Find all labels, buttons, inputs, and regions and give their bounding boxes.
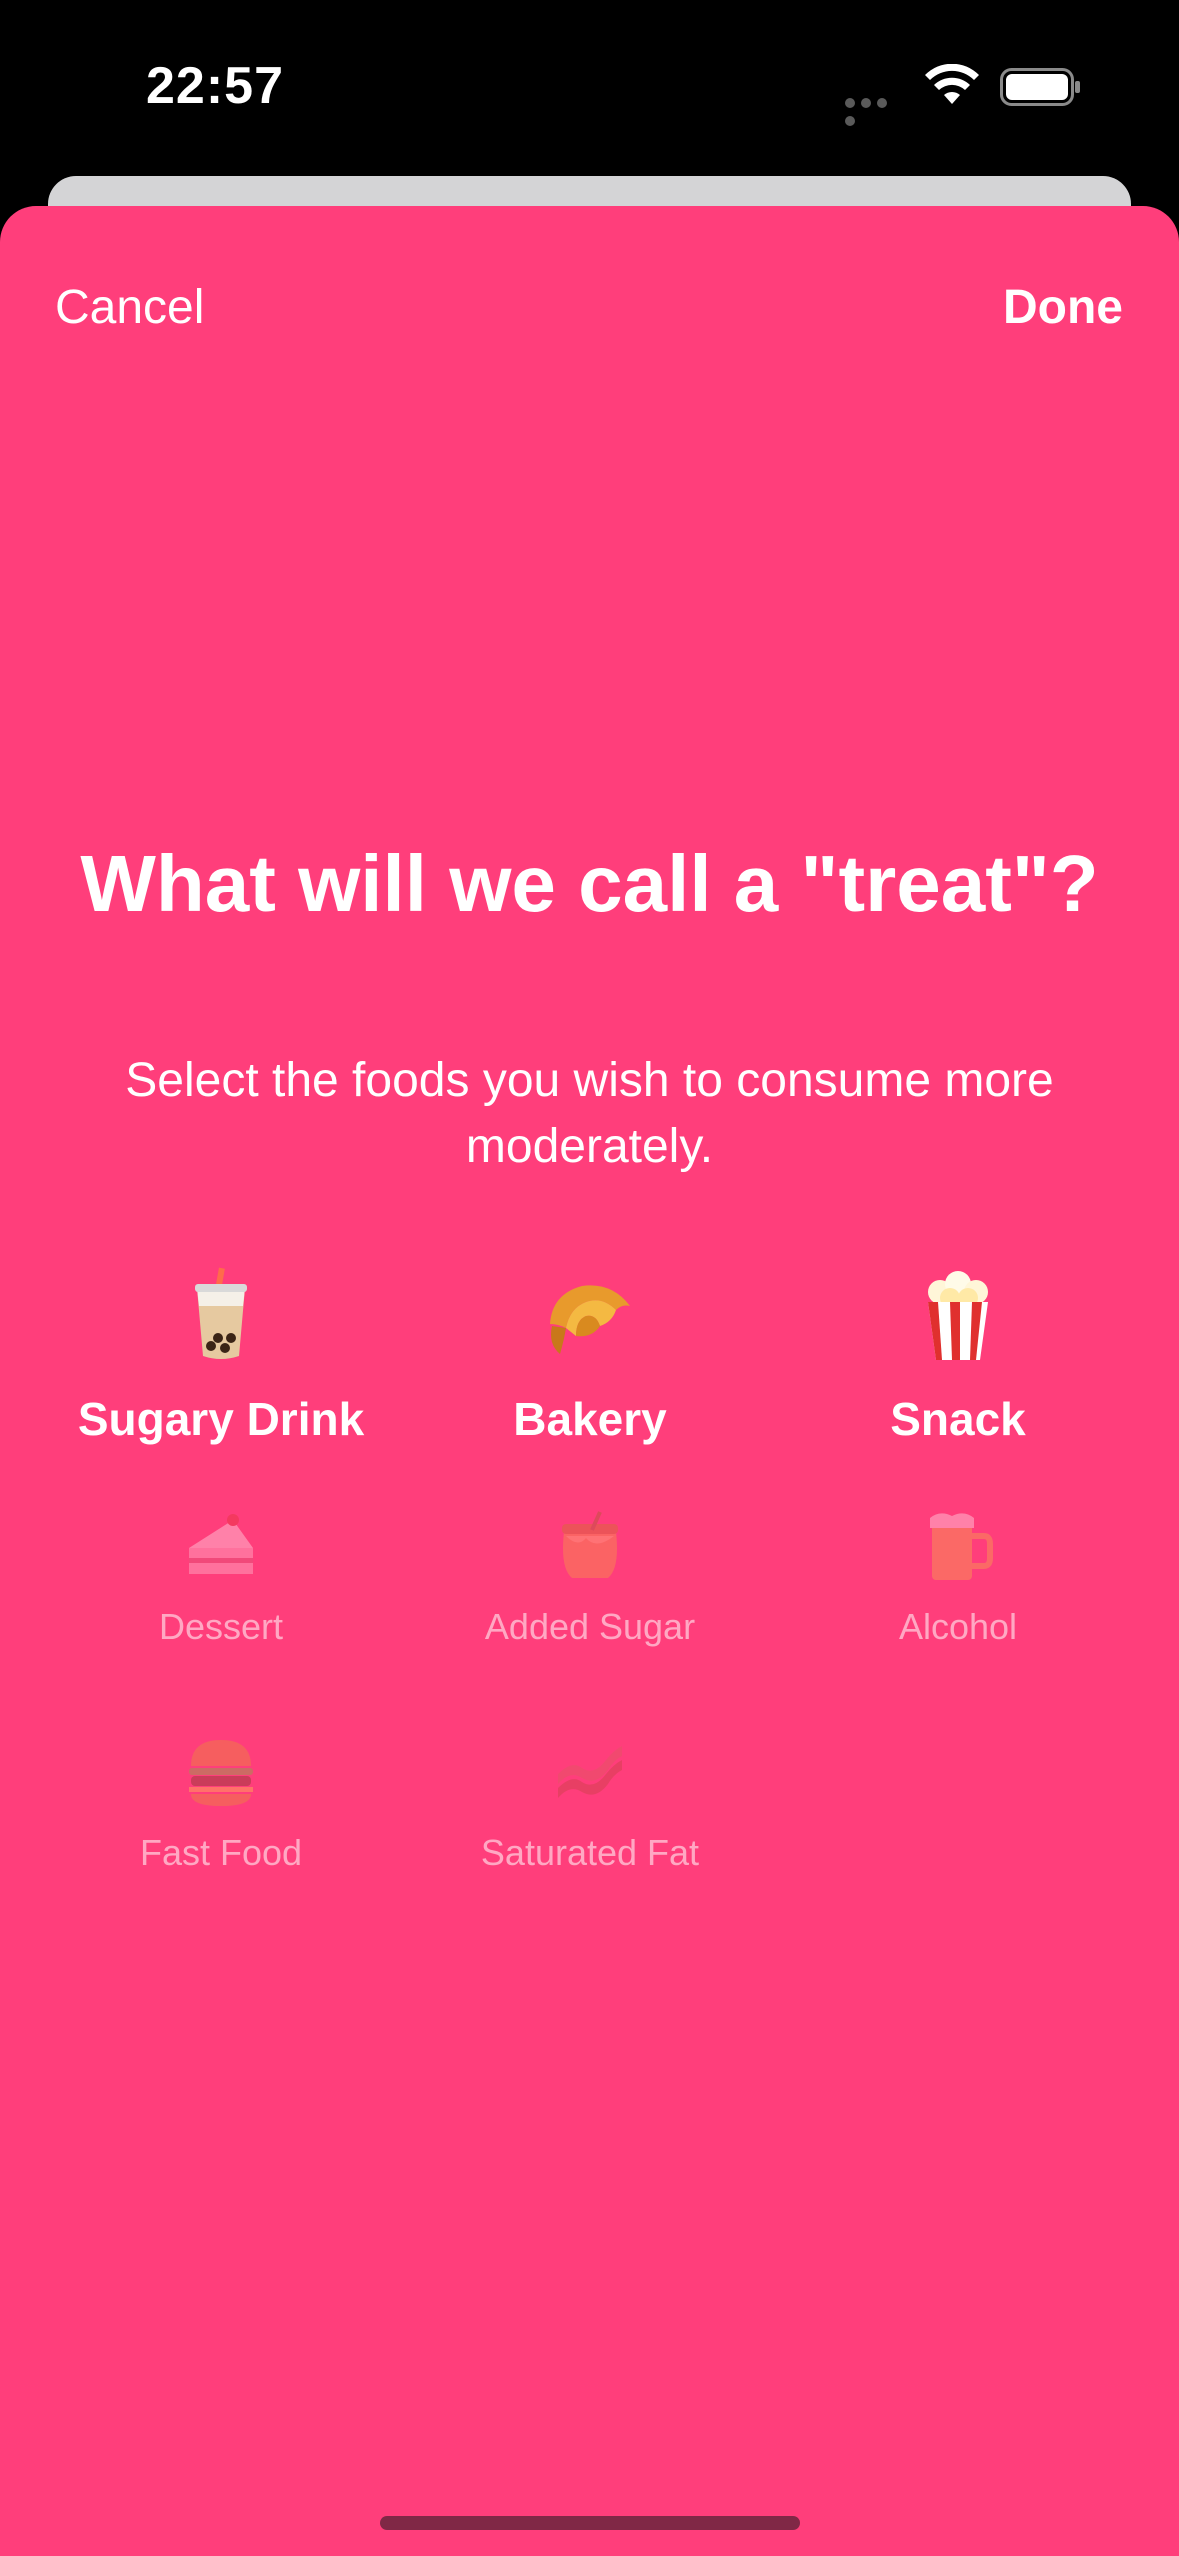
wifi-icon <box>925 64 979 104</box>
cake-slice-icon <box>189 1514 253 1574</box>
food-option-added-sugar[interactable]: Added Sugar <box>400 1508 780 1648</box>
food-label: Fast Food <box>139 1832 303 1873</box>
cellular-signal-icon <box>845 95 905 126</box>
food-label: Bakery <box>513 1393 667 1445</box>
cancel-button[interactable]: Cancel <box>55 280 204 335</box>
battery-icon <box>1000 68 1080 106</box>
food-label: Alcohol <box>898 1606 1018 1647</box>
food-label: Saturated Fat <box>480 1832 700 1873</box>
food-label: Added Sugar <box>484 1606 696 1647</box>
status-bar: 22:57 <box>0 0 1179 180</box>
bacon-icon <box>558 1746 622 1798</box>
food-option-saturated-fat[interactable]: Saturated Fat <box>400 1734 780 1874</box>
food-option-dessert[interactable]: Dessert <box>31 1508 411 1648</box>
page-subtitle: Select the foods you wish to consume mor… <box>125 1054 1054 1173</box>
beer-mug-icon <box>930 1513 993 1580</box>
done-button[interactable]: Done <box>1003 280 1123 335</box>
food-option-snack[interactable]: Snack <box>768 1266 1148 1446</box>
burger-icon <box>189 1740 253 1806</box>
home-indicator <box>380 2516 800 2530</box>
croissant-icon <box>550 1285 630 1354</box>
food-label: Dessert <box>158 1606 284 1647</box>
food-option-sugary-drink[interactable]: Sugary Drink <box>31 1266 411 1446</box>
popcorn-icon <box>928 1271 988 1360</box>
status-time: 22:57 <box>146 57 284 115</box>
food-option-alcohol[interactable]: Alcohol <box>768 1508 1148 1648</box>
food-option-fast-food[interactable]: Fast Food <box>31 1734 411 1874</box>
food-label: Snack <box>890 1393 1026 1445</box>
honey-pot-icon <box>562 1511 618 1578</box>
food-option-bakery[interactable]: Bakery <box>400 1266 780 1446</box>
page-title: What will we call a "treat"? <box>80 839 1099 928</box>
bubble-tea-icon <box>195 1267 247 1359</box>
food-label: Sugary Drink <box>77 1393 365 1445</box>
